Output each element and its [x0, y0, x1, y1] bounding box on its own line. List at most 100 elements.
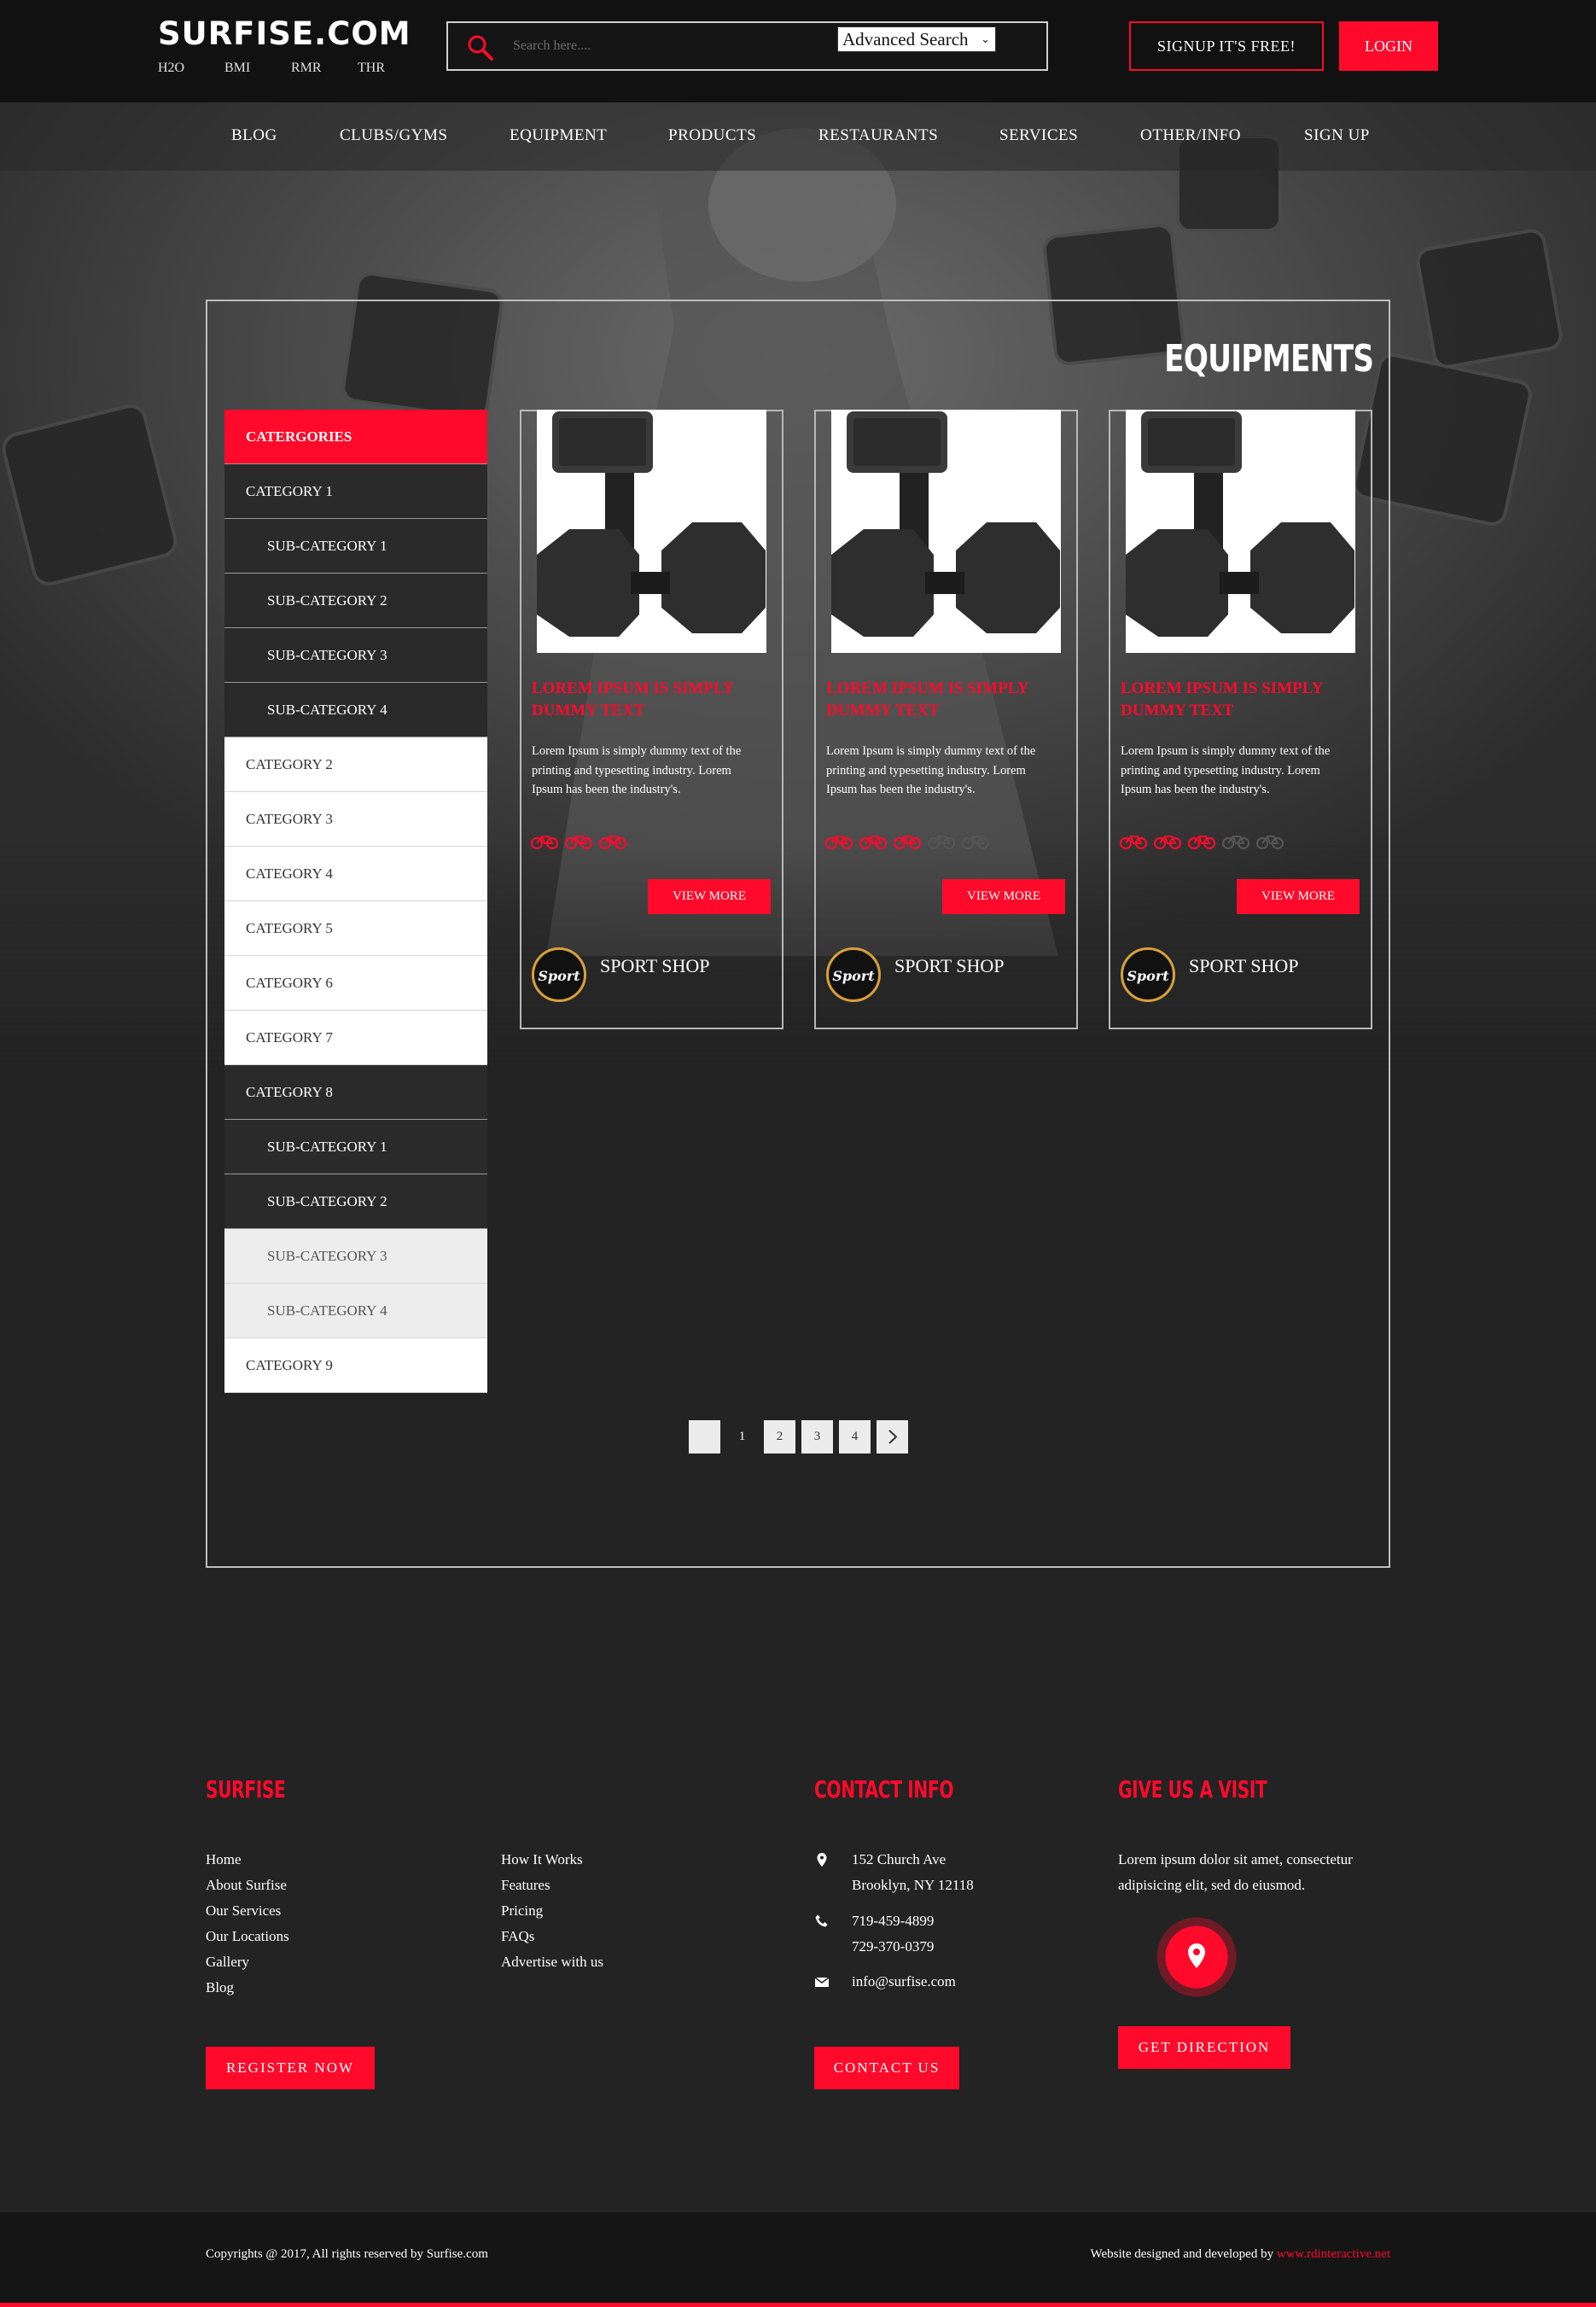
- bicycle-rating-icon: [824, 836, 853, 850]
- view-more-button[interactable]: VIEW MORE: [942, 879, 1065, 914]
- product-title[interactable]: LOREM IPSUM IS SIMPLY DUMMY TEXT: [826, 678, 1065, 722]
- product-description: Lorem Ipsum is simply dummy text of the …: [826, 744, 1036, 796]
- product-image[interactable]: [537, 410, 766, 653]
- address-line: 152 Church Ave: [852, 1851, 947, 1867]
- product-image[interactable]: [831, 410, 1061, 653]
- footer-link[interactable]: Blog: [206, 1975, 289, 2001]
- sidebar-item-subcategory[interactable]: SUB-CATEGORY 4: [224, 1284, 487, 1338]
- bicycle-rating-icon: [859, 836, 888, 850]
- footer-link[interactable]: Features: [501, 1873, 603, 1898]
- bottom-bar: Copyrights @ 2017, All rights reserved b…: [0, 2212, 1596, 2307]
- bicycle-rating-icon: [1119, 836, 1148, 850]
- tool-link-thr[interactable]: THR: [358, 61, 424, 76]
- advanced-search-label: Advanced Search: [842, 29, 969, 50]
- sidebar-item-category-3[interactable]: CATEGORY 3: [224, 792, 487, 847]
- page-4[interactable]: 4: [839, 1420, 871, 1454]
- map-marker-icon: [817, 1853, 827, 1867]
- sidebar-item-subcategory[interactable]: SUB-CATEGORY 3: [224, 1229, 487, 1284]
- nav-products[interactable]: PRODUCTS: [668, 126, 756, 145]
- bicycle-rating-icon: [1187, 836, 1216, 850]
- sport-shop-logo[interactable]: Sport: [826, 947, 881, 1002]
- bicycle-rating-icon: [564, 836, 593, 850]
- product-image[interactable]: [1126, 410, 1355, 653]
- categories-heading: CATERGORIES: [224, 410, 487, 464]
- get-direction-button[interactable]: GET DIRECTION: [1118, 2026, 1290, 2069]
- nav-other-info[interactable]: OTHER/INFO: [1140, 126, 1241, 145]
- sidebar-item-subcategory[interactable]: SUB-CATEGORY 3: [224, 628, 487, 683]
- view-more-button[interactable]: VIEW MORE: [648, 879, 771, 914]
- login-button[interactable]: LOGIN: [1339, 21, 1438, 71]
- footer-link[interactable]: About Surfise: [206, 1873, 289, 1898]
- shop-name[interactable]: SPORT SHOP: [1189, 955, 1299, 977]
- copyright-text: Copyrights @ 2017, All rights reserved b…: [206, 2247, 488, 2261]
- credit-link[interactable]: www.rdinteractive.net: [1277, 2247, 1390, 2261]
- sidebar-item-category-5[interactable]: CATEGORY 5: [224, 901, 487, 956]
- sidebar-item-category-8[interactable]: CATEGORY 8: [224, 1065, 487, 1120]
- address-line: Brooklyn, NY 12118: [852, 1877, 974, 1893]
- sidebar-item-subcategory[interactable]: SUB-CATEGORY 1: [224, 519, 487, 574]
- sport-shop-logo[interactable]: Sport: [532, 947, 586, 1002]
- footer-link[interactable]: Gallery: [206, 1949, 289, 1975]
- bottom-accent-line: [0, 2303, 1596, 2307]
- credit-prefix: Website designed and developed by: [1090, 2247, 1274, 2261]
- tool-link-bmi[interactable]: BMI: [224, 61, 291, 76]
- signup-button[interactable]: SIGNUP IT'S FREE!: [1129, 21, 1324, 71]
- sport-shop-logo[interactable]: Sport: [1121, 947, 1175, 1002]
- phone-number[interactable]: 729-370-0379: [852, 1934, 934, 1960]
- sidebar-item-subcategory[interactable]: SUB-CATEGORY 2: [224, 1174, 487, 1229]
- advanced-search-select[interactable]: Advanced Search ⌄: [837, 26, 996, 52]
- sidebar-item-subcategory[interactable]: SUB-CATEGORY 1: [224, 1120, 487, 1174]
- nav-blog[interactable]: BLOG: [231, 126, 277, 145]
- product-title[interactable]: LOREM IPSUM IS SIMPLY DUMMY TEXT: [532, 678, 771, 722]
- nav-services[interactable]: SERVICES: [999, 126, 1078, 145]
- product-title[interactable]: LOREM IPSUM IS SIMPLY DUMMY TEXT: [1121, 678, 1360, 722]
- contact-us-button[interactable]: CONTACT US: [814, 2047, 959, 2089]
- sidebar-item-category-9[interactable]: CATEGORY 9: [224, 1338, 487, 1393]
- pagination-next[interactable]: [877, 1420, 908, 1454]
- footer-link[interactable]: Advertise with us: [501, 1949, 603, 1975]
- search-bar[interactable]: Search here.... Advanced Search ⌄: [446, 21, 1048, 71]
- product-card: LOREM IPSUM IS SIMPLY DUMMY TEXT Lorem I…: [1109, 410, 1372, 1029]
- page-3[interactable]: 3: [801, 1420, 833, 1454]
- footer-link[interactable]: Home: [206, 1847, 289, 1873]
- search-icon[interactable]: [467, 34, 494, 61]
- register-now-button[interactable]: REGISTER NOW: [206, 2047, 375, 2089]
- page-1[interactable]: 1: [726, 1420, 758, 1454]
- footer-link[interactable]: Our Services: [206, 1898, 289, 1924]
- phone-number[interactable]: 719-459-4899: [852, 1908, 934, 1934]
- footer-surfise-heading: SURFISE: [206, 1775, 286, 1803]
- footer-link[interactable]: How It Works: [501, 1847, 603, 1873]
- nav-sign-up[interactable]: SIGN UP: [1304, 126, 1370, 145]
- bicycle-rating-icon: [1153, 836, 1182, 850]
- footer-contact-heading: CONTACT INFO: [814, 1775, 954, 1803]
- page-2[interactable]: 2: [764, 1420, 795, 1454]
- nav-restaurants[interactable]: RESTAURANTS: [818, 126, 938, 145]
- nav-equipment[interactable]: EQUIPMENT: [510, 126, 607, 145]
- location-pin-icon[interactable]: [1156, 1917, 1237, 1997]
- sidebar-item-category-6[interactable]: CATEGORY 6: [224, 956, 487, 1011]
- sidebar-item-subcategory[interactable]: SUB-CATEGORY 2: [224, 574, 487, 628]
- site-logo[interactable]: SURFISE.COM: [158, 15, 411, 52]
- search-input[interactable]: Search here....: [513, 38, 591, 54]
- nav-clubs-gyms[interactable]: CLUBS/GYMS: [340, 126, 447, 145]
- sidebar-item-category-4[interactable]: CATEGORY 4: [224, 847, 487, 901]
- sidebar-item-subcategory[interactable]: SUB-CATEGORY 4: [224, 683, 487, 737]
- view-more-button[interactable]: VIEW MORE: [1237, 879, 1360, 914]
- sidebar-item-category-1[interactable]: CATEGORY 1: [224, 464, 487, 519]
- footer-link[interactable]: FAQs: [501, 1924, 603, 1949]
- footer-link[interactable]: Our Locations: [206, 1924, 289, 1949]
- category-sidebar: CATERGORIES CATEGORY 1 SUB-CATEGORY 1 SU…: [224, 410, 487, 1393]
- bicycle-rating-icon: [1221, 836, 1250, 850]
- tool-link-h2o[interactable]: H2O: [158, 61, 224, 76]
- sidebar-item-category-2[interactable]: CATEGORY 2: [224, 737, 487, 792]
- pagination-prev[interactable]: [689, 1420, 720, 1454]
- footer-visit-heading: GIVE US A VISIT: [1118, 1775, 1267, 1803]
- tool-links: H2O BMI RMR THR: [158, 61, 424, 76]
- footer-link[interactable]: Pricing: [501, 1898, 603, 1924]
- email-address[interactable]: info@surfise.com: [852, 1969, 956, 1995]
- sidebar-item-category-7[interactable]: CATEGORY 7: [224, 1011, 487, 1065]
- tool-link-rmr[interactable]: RMR: [291, 61, 358, 76]
- shop-name[interactable]: SPORT SHOP: [894, 955, 1005, 977]
- visit-description: Lorem ipsum dolor sit amet, consectetur …: [1118, 1851, 1353, 1893]
- shop-name[interactable]: SPORT SHOP: [600, 955, 710, 977]
